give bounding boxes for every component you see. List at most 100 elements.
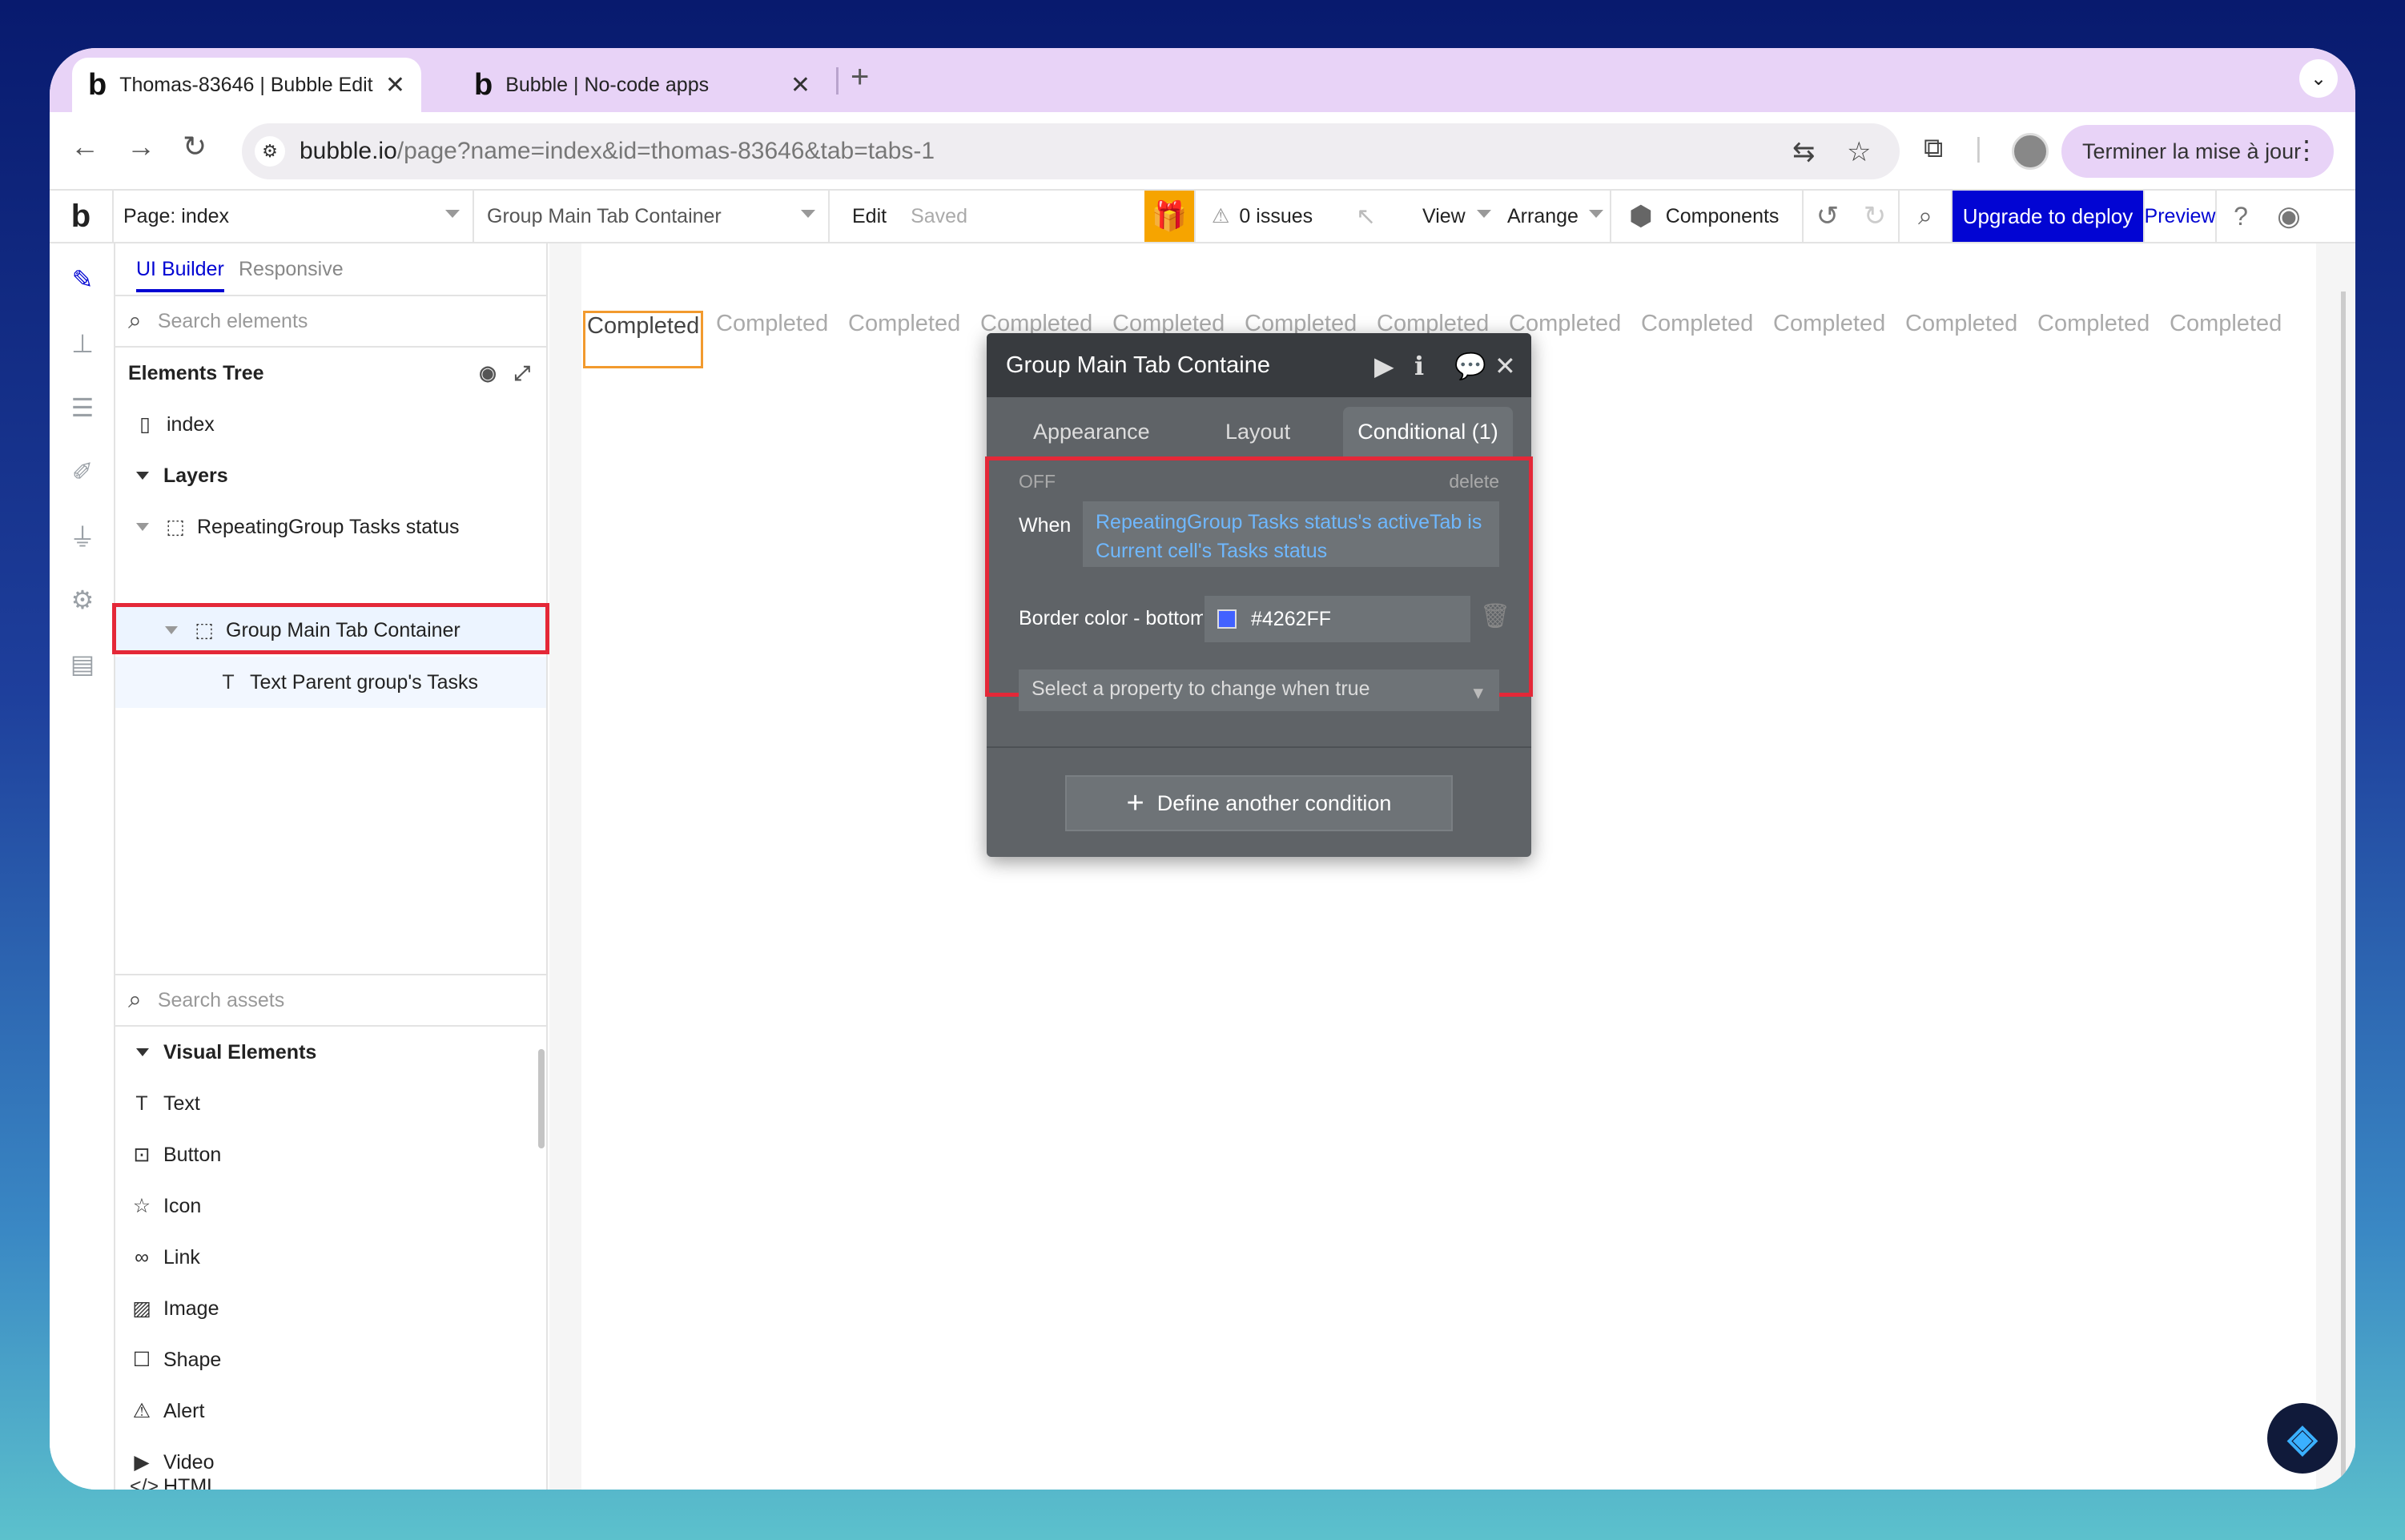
repeating-cell[interactable]: Completed	[848, 311, 960, 337]
collapse-triangle-icon[interactable]	[136, 472, 149, 480]
undo-icon[interactable]: ↺	[1804, 191, 1852, 242]
element-link[interactable]: ∞ Link	[115, 1232, 546, 1283]
tab-bubble-editor[interactable]: b Thomas-83646 | Bubble Edit ✕	[72, 58, 421, 112]
upgrade-to-deploy-button[interactable]: Upgrade to deploy	[1953, 191, 2145, 242]
gift-icon[interactable]: 🎁	[1144, 191, 1196, 242]
tree-item-repeating-group[interactable]: ⬚ RepeatingGroup Tasks status	[115, 501, 546, 553]
extensions-icon[interactable]: ⧉	[1924, 133, 1943, 164]
search-assets-input[interactable]: ⌕ Search assets	[115, 974, 546, 1027]
expand-icon[interactable]: ⤢	[514, 362, 530, 385]
canvas-scrollbar[interactable]	[2341, 292, 2346, 1490]
tab-layout[interactable]: Layout	[1225, 420, 1290, 444]
tree-item-group-main-tab[interactable]: ⬚ Group Main Tab Container	[115, 605, 546, 656]
logs-icon[interactable]: ▤	[66, 647, 99, 681]
components-button[interactable]: ⬢ Components	[1611, 191, 1804, 242]
new-tab-button[interactable]: +	[851, 59, 869, 95]
search-elements-input[interactable]: ⌕ Search elements	[115, 295, 546, 348]
element-html[interactable]: </> HTML	[115, 1475, 546, 1490]
repeating-cell[interactable]: Completed	[583, 311, 704, 368]
element-image[interactable]: ▨ Image	[115, 1283, 546, 1334]
tab-conditional[interactable]: Conditional (1)	[1343, 407, 1513, 456]
tree-item-layers[interactable]: Layers	[115, 450, 546, 501]
element-button[interactable]: ⊡ Button	[115, 1129, 546, 1180]
url-text[interactable]: bubble.io/page?name=index&id=thomas-8364…	[300, 138, 935, 165]
close-icon[interactable]: ✕	[1494, 351, 1516, 381]
define-another-condition-button[interactable]: + Define another condition	[1065, 775, 1453, 831]
account-icon[interactable]: ◉	[2265, 191, 2313, 242]
element-text[interactable]: T Text	[115, 1078, 546, 1129]
address-bar[interactable]: ⚙ bubble.io/page?name=index&id=thomas-83…	[242, 123, 1900, 179]
browser-window: b Thomas-83646 | Bubble Edit ✕ b Bubble …	[50, 48, 2355, 1490]
update-button[interactable]: Terminer la mise à jour ⋮	[2061, 125, 2334, 178]
tab-ui-builder[interactable]: UI Builder	[136, 258, 224, 292]
tab-responsive[interactable]: Responsive	[239, 258, 344, 281]
panel-scrollbar[interactable]	[538, 1049, 545, 1148]
tab-bubble-nocode[interactable]: b Bubble | No-code apps ✕	[458, 58, 826, 112]
collapse-triangle-icon[interactable]	[165, 626, 178, 634]
condition-off-toggle[interactable]: OFF	[1019, 471, 1056, 493]
preview-button[interactable]: Preview	[2145, 191, 2217, 242]
image-icon: ▨	[132, 1297, 151, 1320]
info-icon[interactable]: ℹ	[1414, 351, 1424, 381]
repeating-cell[interactable]: Completed	[1773, 311, 1885, 337]
page-selector[interactable]: Page: index	[114, 191, 474, 242]
back-arrow-icon[interactable]: ←	[70, 130, 99, 163]
tree-item-index[interactable]: ▯ index	[115, 399, 546, 450]
design-icon[interactable]: ✎	[66, 263, 99, 296]
settings-gear-icon[interactable]: ⚙	[66, 583, 99, 617]
repeating-cell[interactable]: Completed	[2170, 311, 2282, 337]
assistant-badge[interactable]: ◈	[2267, 1403, 2338, 1474]
profile-avatar[interactable]	[2012, 133, 2049, 170]
trash-icon[interactable]: 🗑	[1480, 602, 1510, 630]
repeating-cell[interactable]: Completed	[2037, 311, 2150, 337]
help-icon[interactable]: ?	[2217, 191, 2265, 242]
data-icon[interactable]: ☰	[66, 391, 99, 424]
workflow-icon[interactable]: ⊥	[66, 327, 99, 360]
element-selector[interactable]: Group Main Tab Container	[474, 191, 830, 242]
repeating-cell[interactable]: Completed	[1905, 311, 2017, 337]
ui-builder-panel: UI Builder Responsive ⌕ Search elements …	[112, 243, 549, 1490]
reload-icon[interactable]: ↻	[183, 130, 207, 163]
dialog-header[interactable]: Group Main Tab Containe ▶ ℹ 💬 ✕	[987, 333, 1531, 397]
tab-title: Thomas-83646 | Bubble Edit	[119, 73, 373, 96]
comment-icon[interactable]: 💬	[1454, 351, 1486, 381]
element-alert[interactable]: ⚠ Alert	[115, 1385, 546, 1437]
repeating-cell[interactable]: Completed	[716, 311, 828, 337]
inspect-cursor-icon[interactable]: ↖	[1356, 191, 1404, 242]
forward-arrow-icon[interactable]: →	[127, 130, 155, 163]
collapse-triangle-icon[interactable]	[136, 1048, 149, 1056]
element-icon[interactable]: ☆ Icon	[115, 1180, 546, 1232]
bookmark-star-icon[interactable]: ☆	[1847, 136, 1871, 168]
color-swatch[interactable]	[1217, 609, 1237, 629]
arrange-menu[interactable]: Arrange	[1499, 191, 1611, 242]
edit-label[interactable]: Edit	[852, 205, 887, 228]
repeating-cell[interactable]: Completed	[1641, 311, 1753, 337]
search-icon[interactable]: ⌕	[1900, 191, 1953, 242]
page-file-icon: ▯	[139, 413, 151, 436]
translate-icon[interactable]: ⇆	[1792, 136, 1816, 168]
border-color-input[interactable]: #4262FF	[1205, 596, 1470, 642]
visual-elements-header[interactable]: Visual Elements	[115, 1027, 546, 1078]
eye-icon[interactable]: ◉	[479, 361, 497, 385]
styles-brush-icon[interactable]: ✐	[66, 455, 99, 489]
site-settings-icon[interactable]: ⚙	[255, 136, 285, 167]
delete-condition-link[interactable]: delete	[1449, 471, 1499, 493]
property-select[interactable]: Select a property to change when true ▾	[1019, 669, 1499, 711]
issues-button[interactable]: ⚠ 0 issues	[1196, 191, 1356, 242]
view-menu[interactable]: View	[1411, 191, 1499, 242]
element-shape[interactable]: ☐ Shape	[115, 1334, 546, 1385]
collapse-triangle-icon[interactable]	[136, 523, 149, 531]
condition-expression[interactable]: RepeatingGroup Tasks status's activeTab …	[1083, 501, 1499, 567]
tab-appearance[interactable]: Appearance	[1033, 420, 1150, 444]
tab-search-chevron-icon[interactable]: ⌄	[2299, 59, 2338, 98]
tab-title: Bubble | No-code apps	[505, 73, 710, 96]
menu-dots-icon[interactable]: ⋮	[2294, 135, 2319, 165]
close-tab-icon[interactable]: ✕	[790, 71, 810, 99]
plugins-icon[interactable]: ⏚	[66, 519, 99, 553]
close-tab-icon[interactable]: ✕	[385, 71, 405, 99]
redo-icon[interactable]: ↻	[1852, 191, 1900, 242]
play-icon[interactable]: ▶	[1374, 351, 1394, 381]
bubble-logo[interactable]: b	[50, 191, 114, 242]
chevron-down-icon	[1589, 210, 1603, 218]
tree-item-text-parent[interactable]: T Text Parent group's Tasks	[115, 657, 546, 708]
